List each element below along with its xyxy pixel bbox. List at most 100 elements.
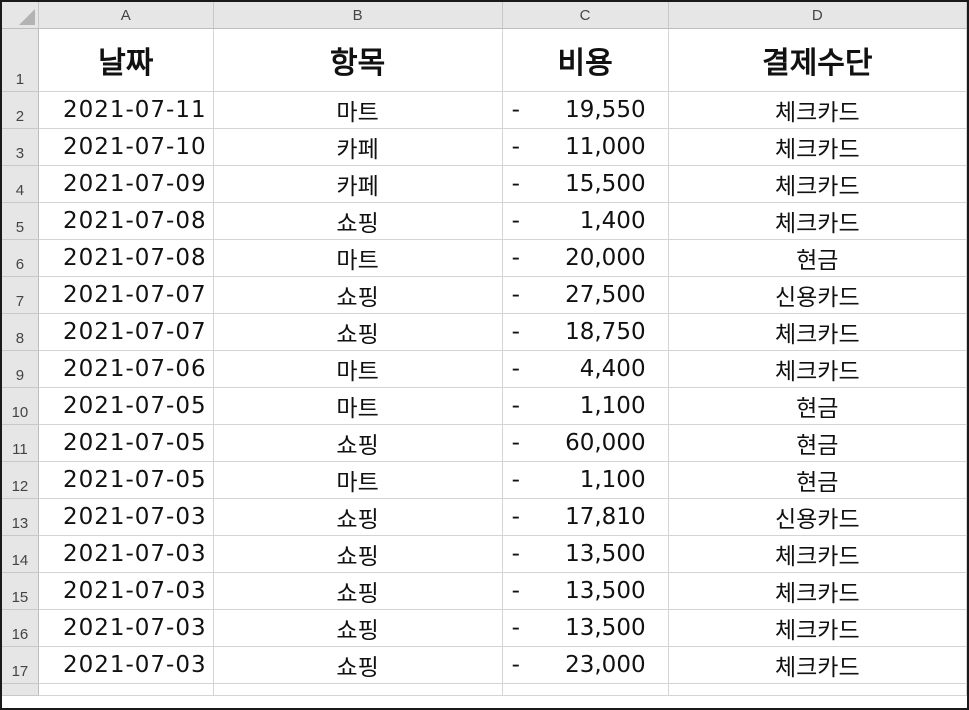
empty-cell[interactable] [38,683,214,696]
header-cell-cost[interactable]: 비용 [502,28,669,92]
cost-cell[interactable]: - 1,400 [502,202,669,240]
date-cell[interactable]: 2021-07-06 [38,350,214,388]
date-cell[interactable]: 2021-07-05 [38,387,214,425]
payment-cell[interactable]: 신용카드 [668,498,967,536]
date-cell[interactable]: 2021-07-07 [38,313,214,351]
row-header[interactable]: 14 [2,535,39,573]
cost-cell[interactable]: - 1,100 [502,461,669,499]
row-header[interactable]: 17 [2,646,39,684]
empty-cell[interactable] [668,683,967,696]
date-cell[interactable]: 2021-07-08 [38,239,214,277]
item-cell[interactable]: 쇼핑 [213,313,503,351]
cost-cell[interactable]: - 13,500 [502,609,669,647]
header-cell-payment[interactable]: 결제수단 [668,28,967,92]
cost-cell[interactable]: - 23,000 [502,646,669,684]
payment-cell[interactable]: 현금 [668,387,967,425]
item-cell[interactable]: 카페 [213,165,503,203]
row-header[interactable]: 4 [2,165,39,203]
payment-cell[interactable]: 체크카드 [668,128,967,166]
item-cell[interactable]: 쇼핑 [213,572,503,610]
payment-cell[interactable]: 체크카드 [668,572,967,610]
cost-dash: - [511,430,520,456]
payment-cell[interactable]: 신용카드 [668,276,967,314]
cost-cell[interactable]: - 60,000 [502,424,669,462]
table-row: 11 2021-07-05 쇼핑 - 60,000 현금 [2,424,967,462]
cost-cell[interactable]: - 19,550 [502,91,669,129]
payment-cell[interactable]: 체크카드 [668,313,967,351]
cost-cell[interactable]: - 4,400 [502,350,669,388]
select-all-button[interactable] [2,2,39,29]
cost-cell[interactable]: - 15,500 [502,165,669,203]
payment-cell[interactable]: 체크카드 [668,202,967,240]
column-header-d[interactable]: D [668,2,967,29]
date-cell[interactable]: 2021-07-03 [38,498,214,536]
item-cell[interactable]: 쇼핑 [213,646,503,684]
date-cell[interactable]: 2021-07-09 [38,165,214,203]
item-cell[interactable]: 마트 [213,239,503,277]
cost-value: 13,500 [565,578,646,604]
row-header[interactable]: 3 [2,128,39,166]
item-cell[interactable]: 쇼핑 [213,202,503,240]
payment-cell[interactable]: 현금 [668,424,967,462]
payment-cell[interactable]: 체크카드 [668,91,967,129]
item-cell[interactable]: 마트 [213,91,503,129]
item-cell[interactable]: 쇼핑 [213,535,503,573]
empty-cell[interactable] [213,683,503,696]
cost-cell[interactable]: - 27,500 [502,276,669,314]
row-header[interactable]: 7 [2,276,39,314]
table-row [2,683,967,696]
date-cell[interactable]: 2021-07-07 [38,276,214,314]
header-cell-date[interactable]: 날짜 [38,28,214,92]
date-cell[interactable]: 2021-07-10 [38,128,214,166]
item-cell[interactable]: 쇼핑 [213,276,503,314]
payment-cell[interactable]: 체크카드 [668,609,967,647]
row-header[interactable]: 2 [2,91,39,129]
date-cell[interactable]: 2021-07-08 [38,202,214,240]
date-cell[interactable]: 2021-07-05 [38,461,214,499]
empty-cell[interactable] [502,683,669,696]
cost-dash: - [511,504,520,530]
date-cell[interactable]: 2021-07-03 [38,572,214,610]
payment-cell[interactable]: 현금 [668,239,967,277]
row-header[interactable] [2,683,39,696]
row-header[interactable]: 12 [2,461,39,499]
row-header[interactable]: 16 [2,609,39,647]
payment-cell[interactable]: 체크카드 [668,350,967,388]
row-header[interactable]: 8 [2,313,39,351]
item-cell[interactable]: 쇼핑 [213,498,503,536]
row-header[interactable]: 10 [2,387,39,425]
item-cell[interactable]: 카페 [213,128,503,166]
payment-cell[interactable]: 현금 [668,461,967,499]
row-header[interactable]: 9 [2,350,39,388]
item-cell[interactable]: 마트 [213,461,503,499]
item-cell[interactable]: 마트 [213,350,503,388]
cost-cell[interactable]: - 13,500 [502,535,669,573]
column-header-c[interactable]: C [502,2,669,29]
date-cell[interactable]: 2021-07-05 [38,424,214,462]
row-header[interactable]: 6 [2,239,39,277]
row-header[interactable]: 13 [2,498,39,536]
cost-cell[interactable]: - 1,100 [502,387,669,425]
row-header[interactable]: 11 [2,424,39,462]
cost-cell[interactable]: - 11,000 [502,128,669,166]
item-cell[interactable]: 쇼핑 [213,609,503,647]
date-cell[interactable]: 2021-07-11 [38,91,214,129]
payment-cell[interactable]: 체크카드 [668,165,967,203]
date-cell[interactable]: 2021-07-03 [38,609,214,647]
column-header-b[interactable]: B [213,2,503,29]
item-cell[interactable]: 쇼핑 [213,424,503,462]
item-cell[interactable]: 마트 [213,387,503,425]
cost-cell[interactable]: - 13,500 [502,572,669,610]
payment-cell[interactable]: 체크카드 [668,646,967,684]
row-header[interactable]: 15 [2,572,39,610]
column-header-a[interactable]: A [38,2,214,29]
date-cell[interactable]: 2021-07-03 [38,646,214,684]
row-header[interactable]: 1 [2,28,39,92]
date-cell[interactable]: 2021-07-03 [38,535,214,573]
header-cell-item[interactable]: 항목 [213,28,503,92]
payment-cell[interactable]: 체크카드 [668,535,967,573]
row-header[interactable]: 5 [2,202,39,240]
cost-cell[interactable]: - 18,750 [502,313,669,351]
cost-cell[interactable]: - 20,000 [502,239,669,277]
cost-cell[interactable]: - 17,810 [502,498,669,536]
